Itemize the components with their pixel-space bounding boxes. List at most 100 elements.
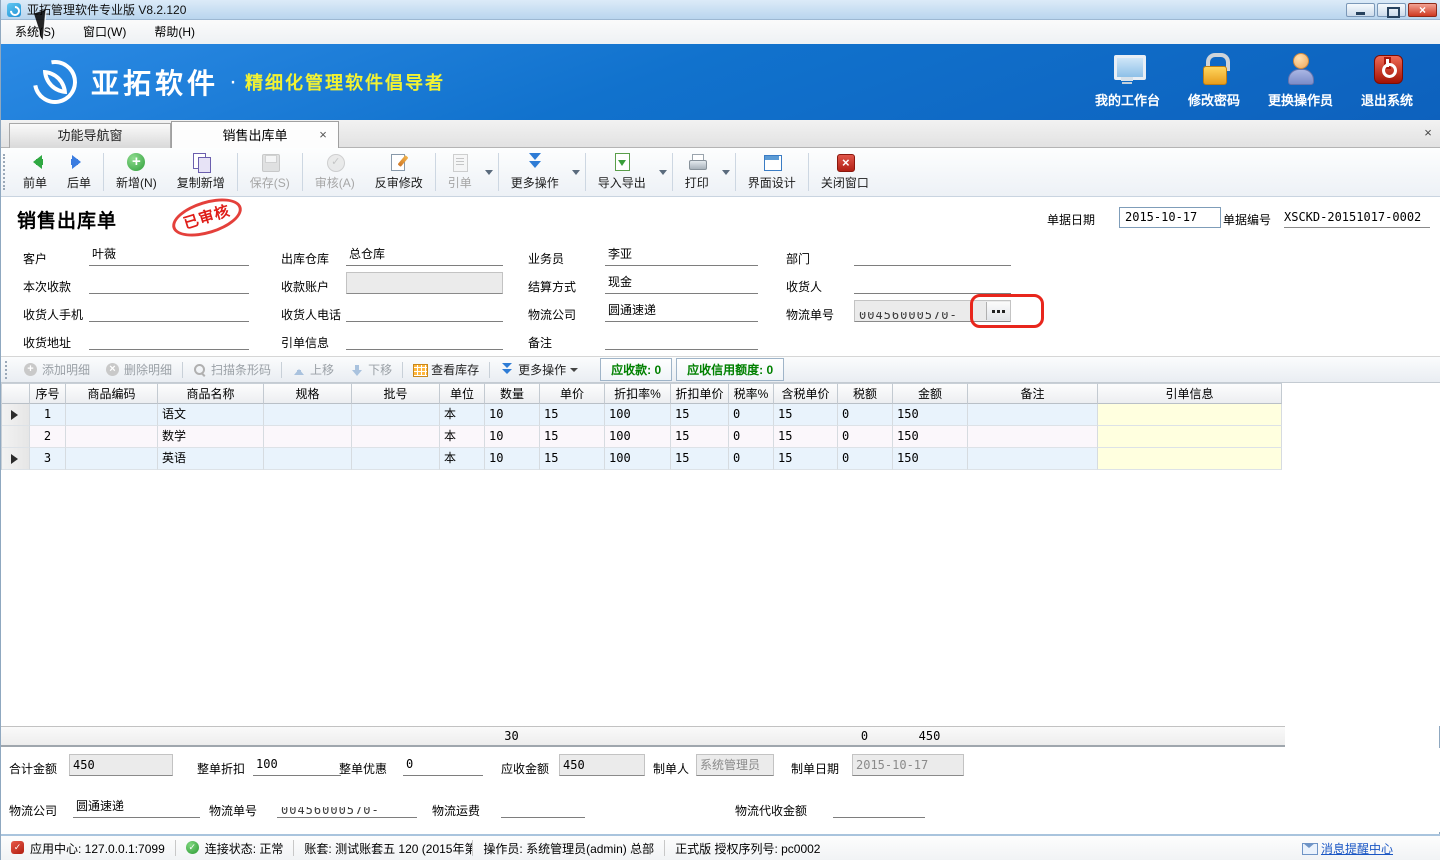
cell-tax[interactable]: 0 — [838, 426, 893, 448]
cell-code[interactable] — [66, 426, 158, 448]
audit-button[interactable]: 审核(A) — [305, 148, 365, 196]
cell-code[interactable] — [66, 448, 158, 470]
cell-batch[interactable] — [352, 404, 440, 426]
import-export-dropdown[interactable] — [656, 148, 670, 196]
footer-logistics-no-field[interactable]: 00456000570-4 — [277, 796, 417, 818]
freight-field[interactable] — [501, 796, 585, 818]
cell-unit[interactable]: 本 — [440, 426, 485, 448]
col-header[interactable]: 备注 — [968, 383, 1098, 404]
ref-doc-button[interactable]: 引单 — [438, 148, 482, 196]
col-header[interactable]: 商品编码 — [66, 383, 158, 404]
exit-system-button[interactable]: 退出系统 — [1361, 52, 1413, 109]
cell-price[interactable]: 15 — [540, 404, 605, 426]
cell-tax-rate[interactable]: 0 — [729, 448, 774, 470]
print-dropdown[interactable] — [719, 148, 733, 196]
save-button[interactable]: 保存(S) — [240, 148, 300, 196]
logistics-company-field[interactable]: 圆通速递 — [605, 300, 758, 322]
cell-remark[interactable] — [968, 404, 1098, 426]
cell-amount[interactable]: 150 — [893, 426, 968, 448]
col-header[interactable]: 折扣率% — [605, 383, 671, 404]
print-button[interactable]: 打印 — [675, 148, 719, 196]
cell-seq[interactable]: 3 — [30, 448, 66, 470]
ref-doc-dropdown[interactable] — [482, 148, 496, 196]
warehouse-field[interactable]: 总仓库 — [346, 244, 503, 266]
cell-tax-price[interactable]: 15 — [774, 404, 838, 426]
cell-seq[interactable]: 1 — [30, 404, 66, 426]
scan-barcode-button[interactable]: 扫描条形码 — [185, 357, 279, 382]
menu-help[interactable]: 帮助(H) — [140, 20, 209, 44]
doc-date-input[interactable]: 2015-10-17 — [1119, 207, 1221, 228]
cell-qty[interactable]: 10 — [485, 404, 540, 426]
move-down-button[interactable]: 下移 — [342, 357, 400, 382]
cell-ref-info[interactable] — [1098, 426, 1282, 448]
cell-discount-price[interactable]: 15 — [671, 448, 729, 470]
cell-tax-price[interactable]: 15 — [774, 448, 838, 470]
remark-field[interactable] — [605, 328, 758, 350]
cell-tax-price[interactable]: 15 — [774, 426, 838, 448]
cell-tax[interactable]: 0 — [838, 448, 893, 470]
cell-spec[interactable] — [264, 404, 352, 426]
cell-tax-rate[interactable]: 0 — [729, 426, 774, 448]
col-header[interactable]: 批号 — [352, 383, 440, 404]
table-row[interactable]: 1 语文 本 10 15 100 15 0 15 0 150 — [2, 404, 1282, 426]
ref-doc-info-field[interactable] — [346, 328, 503, 350]
table-row[interactable]: 2 数学 本 10 15 100 15 0 15 0 150 — [2, 426, 1282, 448]
consignee-mobile-field[interactable] — [89, 300, 249, 322]
cell-discount-rate[interactable]: 100 — [605, 448, 671, 470]
copy-new-button[interactable]: 复制新增 — [167, 148, 235, 196]
cell-tax[interactable]: 0 — [838, 404, 893, 426]
minimize-button[interactable] — [1346, 3, 1375, 17]
footer-logistics-company-field[interactable]: 圆通速递 — [73, 796, 200, 818]
cell-unit[interactable]: 本 — [440, 448, 485, 470]
cod-amount-field[interactable] — [833, 796, 925, 818]
cell-tax-rate[interactable]: 0 — [729, 404, 774, 426]
tab-nav-window[interactable]: 功能导航窗 — [9, 123, 171, 148]
cell-ref-info[interactable] — [1098, 404, 1282, 426]
cell-name[interactable]: 数学 — [158, 426, 264, 448]
customer-field[interactable]: 叶薇 — [89, 244, 249, 266]
cell-amount[interactable]: 150 — [893, 404, 968, 426]
delete-line-button[interactable]: 删除明细 — [98, 357, 180, 382]
col-header[interactable]: 税率% — [729, 383, 774, 404]
department-field[interactable] — [854, 244, 1011, 266]
maximize-button[interactable] — [1377, 3, 1406, 17]
cell-ref-info[interactable] — [1098, 448, 1282, 470]
cell-name[interactable]: 语文 — [158, 404, 264, 426]
cell-qty[interactable]: 10 — [485, 448, 540, 470]
doc-discount-field[interactable]: 100 — [253, 754, 341, 776]
col-header[interactable]: 含税单价 — [774, 383, 838, 404]
menu-system[interactable]: 系统(S) — [1, 20, 69, 44]
view-stock-button[interactable]: 查看库存 — [405, 357, 487, 382]
col-header[interactable]: 规格 — [264, 383, 352, 404]
cell-spec[interactable] — [264, 448, 352, 470]
cell-code[interactable] — [66, 404, 158, 426]
next-doc-button[interactable]: 后单 — [57, 148, 101, 196]
doc-coupon-field[interactable]: 0 — [403, 754, 483, 776]
table-row[interactable]: 3 英语 本 10 15 100 15 0 15 0 150 — [2, 448, 1282, 470]
prev-doc-button[interactable]: 前单 — [13, 148, 57, 196]
menu-window[interactable]: 窗口(W) — [69, 20, 140, 44]
cell-price[interactable]: 15 — [540, 448, 605, 470]
col-header[interactable]: 税额 — [838, 383, 893, 404]
consignee-phone-field[interactable] — [346, 300, 503, 322]
cell-name[interactable]: 英语 — [158, 448, 264, 470]
cell-discount-price[interactable]: 15 — [671, 426, 729, 448]
cell-discount-price[interactable]: 15 — [671, 404, 729, 426]
workbench-button[interactable]: 我的工作台 — [1095, 52, 1160, 109]
col-header[interactable]: 单位 — [440, 383, 485, 404]
cell-qty[interactable]: 10 — [485, 426, 540, 448]
col-header[interactable]: 数量 — [485, 383, 540, 404]
cell-spec[interactable] — [264, 426, 352, 448]
cell-remark[interactable] — [968, 448, 1098, 470]
col-header[interactable]: 引单信息 — [1098, 383, 1282, 404]
settle-method-field[interactable]: 现金 — [605, 272, 758, 294]
more-actions-dropdown[interactable] — [569, 148, 583, 196]
tab-sales-outbound[interactable]: 销售出库单 — [171, 121, 339, 149]
col-header[interactable]: 序号 — [30, 383, 66, 404]
switch-operator-button[interactable]: 更换操作员 — [1268, 52, 1333, 109]
cell-seq[interactable]: 2 — [30, 426, 66, 448]
change-password-button[interactable]: 修改密码 — [1188, 52, 1240, 109]
cell-amount[interactable]: 150 — [893, 448, 968, 470]
tab-close-icon[interactable] — [316, 128, 330, 142]
import-export-button[interactable]: 导入导出 — [588, 148, 656, 196]
